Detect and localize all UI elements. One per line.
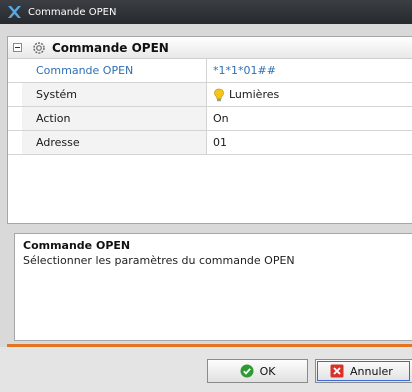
description-text: Sélectionner les paramètres du commande … <box>23 254 295 267</box>
description-title: Commande OPEN <box>23 239 131 252</box>
property-value-field[interactable]: 01 <box>207 131 412 154</box>
ok-button-label: OK <box>259 364 276 378</box>
cancel-button-label: Annuler <box>350 364 393 378</box>
property-value: On <box>213 111 229 125</box>
property-value: *1*1*01## <box>213 63 276 77</box>
property-row-commande[interactable]: Commande OPEN *1*1*01## <box>8 59 412 83</box>
property-label: Action <box>22 107 207 130</box>
property-row-adresse[interactable]: Adresse 01 <box>8 131 412 155</box>
cancel-button[interactable]: Annuler <box>315 359 412 383</box>
property-value-field[interactable]: On <box>207 107 412 130</box>
property-row-action[interactable]: Action On <box>8 107 412 131</box>
property-label: Systém <box>22 83 207 106</box>
property-value: Lumières <box>229 87 280 101</box>
property-group-header[interactable]: Commande OPEN <box>8 37 412 59</box>
title-bar: Commande OPEN <box>0 0 412 24</box>
collapse-icon[interactable] <box>13 43 22 52</box>
property-label: Adresse <box>22 131 207 154</box>
close-icon <box>330 364 344 378</box>
bulb-icon <box>214 88 224 101</box>
property-grid: Commande OPEN Commande OPEN *1*1*01## Sy… <box>7 36 412 224</box>
app-logo-icon <box>8 6 21 18</box>
gear-icon <box>33 41 45 54</box>
property-value-field[interactable]: Lumières <box>207 83 412 106</box>
property-rows: Commande OPEN *1*1*01## Systém Lumières … <box>8 59 412 155</box>
group-title: Commande OPEN <box>52 40 169 55</box>
window-title: Commande OPEN <box>28 6 117 18</box>
ok-button[interactable]: OK <box>207 359 308 383</box>
description-panel: Commande OPEN Sélectionner les paramètre… <box>14 233 412 341</box>
property-value: 01 <box>213 135 227 149</box>
property-label: Commande OPEN <box>22 59 207 82</box>
property-value-field[interactable]: *1*1*01## <box>207 59 412 82</box>
check-icon <box>240 364 254 378</box>
property-row-systeme[interactable]: Systém Lumières <box>8 83 412 107</box>
